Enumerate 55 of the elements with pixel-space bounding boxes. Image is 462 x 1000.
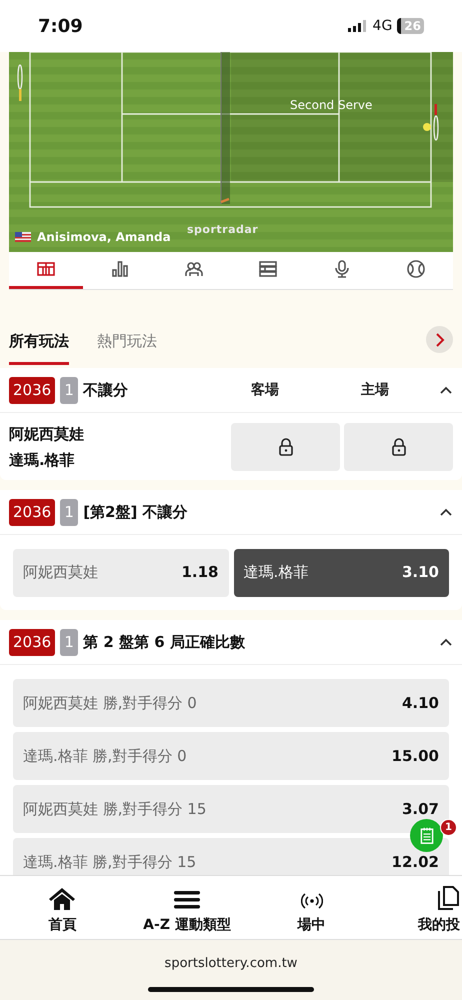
notepad-icon xyxy=(420,827,434,844)
signal-icon xyxy=(348,20,368,32)
market-code: 2036 xyxy=(9,628,56,656)
brand-logo: sportradar xyxy=(187,222,258,238)
team-name: 達瑪.格菲 xyxy=(9,450,76,470)
odds-button[interactable]: 阿妮西莫娃 1.18 xyxy=(13,548,228,596)
lock-icon xyxy=(278,438,294,456)
column-header: 主場 xyxy=(360,380,390,400)
market-tab[interactable]: 熱門玩法 xyxy=(97,330,157,365)
court-icon xyxy=(36,259,56,279)
column-header: 客場 xyxy=(250,380,280,400)
market-number: 1 xyxy=(60,498,78,526)
status-time: 7:09 xyxy=(38,14,83,38)
bar-chart-icon xyxy=(110,259,130,279)
chevron-icon xyxy=(440,638,452,646)
microphone-icon xyxy=(332,259,352,279)
tennis-ball-icon xyxy=(406,259,426,279)
locked-odds-button[interactable] xyxy=(344,422,453,470)
market-number: 1 xyxy=(60,628,78,656)
nav-item[interactable]: 場中 xyxy=(249,880,374,936)
player-name: Anisimova, Amanda xyxy=(37,229,171,246)
locked-odds-button[interactable] xyxy=(231,422,340,470)
network-label: 4G xyxy=(372,16,392,36)
menu-icon xyxy=(173,888,201,910)
team-name: 阿妮西莫娃 xyxy=(9,424,85,444)
market-code: 2036 xyxy=(9,376,56,404)
market-title: [第2盤] 不讓分 xyxy=(83,502,188,523)
lock-icon xyxy=(390,438,406,456)
nav-item[interactable]: 首頁 xyxy=(0,880,125,936)
market-code: 2036 xyxy=(9,498,56,526)
market-title: 第 2 盤第 6 局正確比數 xyxy=(83,632,245,653)
chevron-icon xyxy=(440,508,452,516)
odds-button[interactable]: 達瑪.格菲 勝,對手得分 0 15.00 xyxy=(13,732,449,780)
battery-indicator: 26 xyxy=(397,18,424,34)
next-button[interactable] xyxy=(426,326,453,353)
home-icon xyxy=(48,886,76,910)
chevron-icon xyxy=(440,386,452,394)
market-number: 1 xyxy=(60,376,78,404)
market-tab[interactable]: 所有玩法 xyxy=(9,330,69,365)
odds-button[interactable]: 達瑪.格菲 勝,對手得分 15 12.02 xyxy=(13,838,449,875)
collapse-button[interactable] xyxy=(440,638,452,646)
collapse-button[interactable] xyxy=(440,386,452,394)
url-label: sportslottery.com.tw xyxy=(164,955,298,973)
nav-item[interactable]: 我的投 xyxy=(374,880,462,936)
people-icon xyxy=(184,259,204,279)
odds-button[interactable]: 達瑪.格菲 3.10 xyxy=(234,548,449,596)
collapse-button[interactable] xyxy=(440,508,452,516)
market-title: 不讓分 xyxy=(83,380,128,401)
nav-item[interactable]: A-Z 運動類型 xyxy=(124,880,250,936)
odds-button[interactable]: 阿妮西莫娃 勝,對手得分 0 4.10 xyxy=(13,679,449,727)
broadcast-icon xyxy=(300,890,323,910)
flag-icon xyxy=(15,232,31,242)
list-icon xyxy=(258,259,278,279)
chevron-right-icon xyxy=(434,332,444,346)
documents-icon xyxy=(436,884,460,910)
